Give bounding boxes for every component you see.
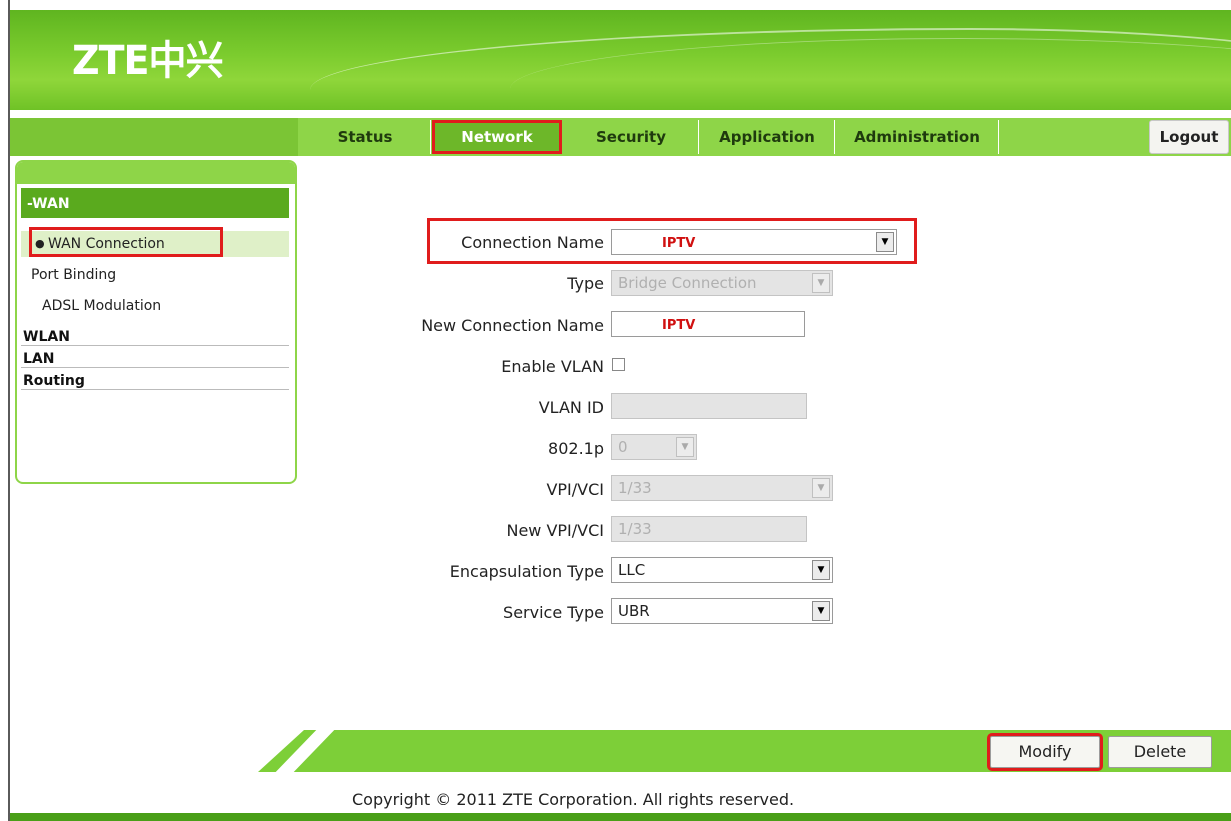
service-type-label: Service Type <box>503 603 604 622</box>
8021p-value: 0 <box>618 438 628 456</box>
header-banner: ZTE中兴 <box>10 10 1231 110</box>
new-connection-name-input[interactable]: IPTV <box>611 311 805 337</box>
vlan-id-label: VLAN ID <box>538 398 604 417</box>
new-connection-name-value: IPTV <box>662 318 696 333</box>
sidebar-item-port-binding[interactable]: Port Binding <box>21 262 289 288</box>
type-label: Type <box>567 274 604 293</box>
footer-strip <box>10 813 1231 821</box>
tab-status[interactable]: Status <box>300 120 431 154</box>
8021p-label: 802.1p <box>548 439 604 458</box>
tab-network[interactable]: Network <box>432 120 562 154</box>
vpi-vci-value: 1/33 <box>618 479 652 497</box>
new-vpi-vci-label: New VPI/VCI <box>506 521 604 540</box>
chevron-down-icon: ▼ <box>676 437 694 457</box>
chevron-down-icon: ▼ <box>812 478 830 498</box>
tab-application[interactable]: Application <box>700 120 835 154</box>
sidebar-header <box>17 162 295 184</box>
8021p-select: 0 ▼ <box>611 434 697 460</box>
modify-button[interactable]: Modify <box>987 733 1103 771</box>
navbar-left-block <box>10 118 298 156</box>
sidebar-item-wan-connection[interactable]: ● WAN Connection <box>21 227 289 257</box>
service-type-select[interactable]: UBR ▼ <box>611 598 833 624</box>
encapsulation-type-label: Encapsulation Type <box>449 562 604 581</box>
sidebar: -WAN ● WAN Connection Port Binding ADSL … <box>15 160 297 484</box>
sidebar-section-wan[interactable]: -WAN <box>21 188 289 218</box>
type-select: Bridge Connection ▼ <box>611 270 833 296</box>
sidebar-section-lan[interactable]: LAN <box>21 350 289 368</box>
tab-security[interactable]: Security <box>564 120 699 154</box>
connection-name-select[interactable]: IPTV ▼ <box>611 229 897 255</box>
vlan-id-input <box>611 393 807 419</box>
new-connection-name-label: New Connection Name <box>421 316 604 335</box>
chevron-down-icon: ▼ <box>812 560 830 580</box>
service-type-value: UBR <box>618 602 650 620</box>
logout-button[interactable]: Logout <box>1149 120 1229 154</box>
sidebar-item-label: WAN Connection <box>48 236 165 252</box>
vpi-vci-label: VPI/VCI <box>546 480 604 499</box>
sidebar-section-wlan[interactable]: WLAN <box>21 328 289 346</box>
new-vpi-vci-input: 1/33 <box>611 516 807 542</box>
type-value: Bridge Connection <box>618 274 757 292</box>
encapsulation-type-select[interactable]: LLC ▼ <box>611 557 833 583</box>
vpi-vci-select: 1/33 ▼ <box>611 475 833 501</box>
connection-name-label: Connection Name <box>461 233 604 252</box>
encapsulation-type-value: LLC <box>618 561 646 579</box>
chevron-down-icon: ▼ <box>876 232 894 252</box>
sidebar-item-label: Port Binding <box>31 267 117 283</box>
sidebar-item-label: ADSL Modulation <box>42 298 162 314</box>
enable-vlan-label: Enable VLAN <box>501 357 604 376</box>
zte-logo: ZTE中兴 <box>71 38 224 84</box>
copyright-text: Copyright © 2011 ZTE Corporation. All ri… <box>352 790 795 809</box>
connection-name-value: IPTV <box>662 236 696 251</box>
sidebar-item-adsl-modulation[interactable]: ADSL Modulation <box>21 293 289 319</box>
window-frame-left <box>0 0 10 821</box>
chevron-down-icon: ▼ <box>812 273 830 293</box>
top-navigation: Status Network Security Application Admi… <box>10 118 1231 156</box>
tab-administration[interactable]: Administration <box>836 120 999 154</box>
bullet-icon: ● <box>35 237 45 250</box>
chevron-down-icon: ▼ <box>812 601 830 621</box>
sidebar-section-routing[interactable]: Routing <box>21 372 289 390</box>
delete-button[interactable]: Delete <box>1108 736 1212 768</box>
enable-vlan-checkbox[interactable] <box>612 358 625 371</box>
